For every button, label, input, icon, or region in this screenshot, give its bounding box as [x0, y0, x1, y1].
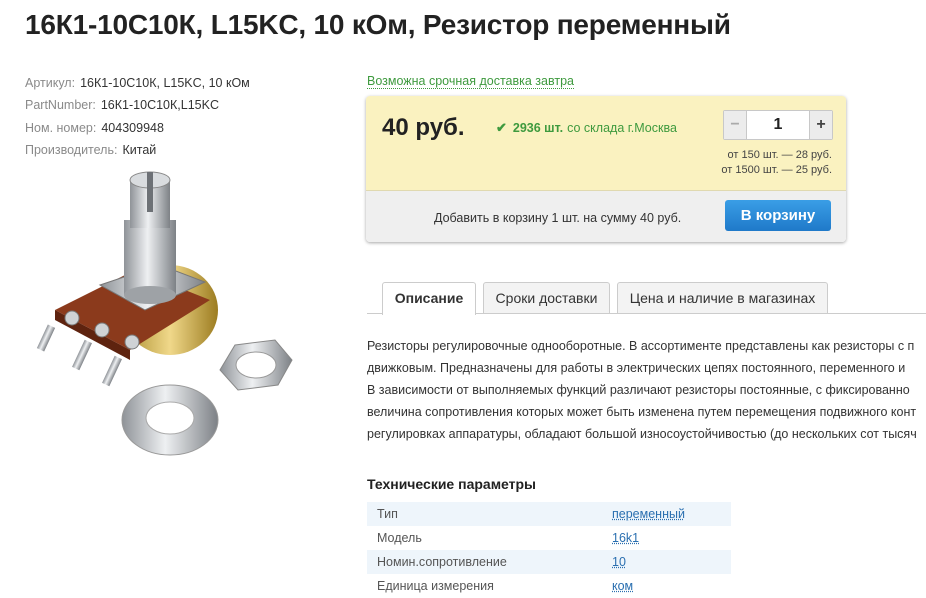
quantity-stepper: − +: [723, 110, 833, 140]
description-line: В зависимости от выполняемых функций раз…: [367, 383, 910, 397]
description-text: Резисторы регулировочные однооборотные. …: [367, 335, 926, 445]
spec-name: Номин.сопротивление: [377, 555, 507, 569]
cart-summary: Добавить в корзину 1 шт. на сумму 40 руб…: [434, 211, 682, 225]
quantity-plus-button[interactable]: +: [809, 111, 832, 139]
description-line: движковым. Предназначены для работы в эл…: [367, 361, 906, 375]
meta-label: Ном. номер:: [25, 120, 97, 135]
meta-value: 16К1-10С10К,L15KC: [100, 98, 219, 113]
buy-box: 40 руб. ✔2936 шт.со склада г.Москва − + …: [366, 96, 846, 242]
product-meta: Артикул: 16К1-10С10К, L15KC, 10 кОм PartN…: [25, 72, 250, 161]
specs-heading: Технические параметры: [367, 476, 537, 492]
meta-value: Китай: [122, 142, 157, 157]
price-tier: от 1500 шт. — 25 руб.: [721, 164, 832, 176]
quantity-minus-button[interactable]: −: [724, 111, 747, 139]
urgent-delivery-link[interactable]: Возможна срочная доставка завтра: [367, 74, 574, 89]
spec-name: Единица измерения: [377, 579, 494, 593]
price-tier: от 150 шт. — 28 руб.: [727, 149, 832, 161]
description-line: регулировках аппаратуры, обладают большо…: [367, 427, 917, 441]
meta-manufacturer: Производитель: Китай: [25, 139, 250, 161]
tab-store-availability[interactable]: Цена и наличие в магазинах: [617, 282, 828, 313]
specs-table: Тип переменный Модель 16k1 Номин.сопротивл…: [367, 502, 731, 598]
spec-value-link[interactable]: 10: [612, 550, 626, 574]
spec-row: Тип переменный: [367, 502, 731, 526]
quantity-input[interactable]: [747, 111, 809, 139]
spec-name: Тип: [377, 507, 398, 521]
stock-location: со склада г.Москва: [567, 121, 677, 135]
spec-name: Модель: [377, 531, 422, 545]
meta-partnumber: PartNumber: 16К1-10С10К,L15KC: [25, 94, 250, 116]
price-tiers: от 150 шт. — 28 руб. от 1500 шт. — 25 ру…: [721, 148, 832, 178]
meta-value: 16К1-10С10К, L15KC, 10 кОм: [80, 76, 250, 90]
meta-nom-number: Ном. номер: 404309948: [25, 117, 250, 139]
spec-row: Модель 16k1: [367, 526, 731, 550]
meta-label: Производитель:: [25, 142, 118, 157]
description-line: Резисторы регулировочные однооборотные. …: [367, 339, 915, 353]
spec-row: Единица измерения ком: [367, 574, 731, 598]
meta-article: Артикул: 16К1-10С10К, L15KC, 10 кОм: [25, 72, 250, 94]
page-title: 16К1-10С10К, L15KC, 10 кОм, Резистор пер…: [25, 9, 731, 40]
description-line: величина сопротивления которых может быт…: [367, 405, 917, 419]
check-icon: ✔: [496, 120, 507, 135]
spec-value-link[interactable]: 16k1: [612, 526, 639, 550]
stock-info: ✔ 2936 шт. со склада г.Москва: [496, 120, 677, 136]
spec-value-link[interactable]: переменный: [612, 502, 685, 526]
price-panel: 40 руб. ✔2936 шт.со склада г.Москва − + …: [366, 96, 846, 190]
add-to-cart-button[interactable]: В корзину: [725, 200, 831, 231]
stock-count: 2936 шт.: [512, 121, 564, 135]
tab-description[interactable]: Описание: [382, 282, 476, 315]
spec-row: Номин.сопротивление 10: [367, 550, 731, 574]
price: 40 руб.: [382, 114, 465, 141]
spec-value-link[interactable]: ком: [612, 574, 633, 598]
meta-label: Артикул:: [25, 76, 76, 90]
product-image[interactable]: [30, 160, 330, 460]
meta-label: PartNumber:: [25, 98, 96, 113]
tab-delivery-times[interactable]: Сроки доставки: [483, 282, 610, 313]
meta-value: 404309948: [101, 120, 164, 135]
